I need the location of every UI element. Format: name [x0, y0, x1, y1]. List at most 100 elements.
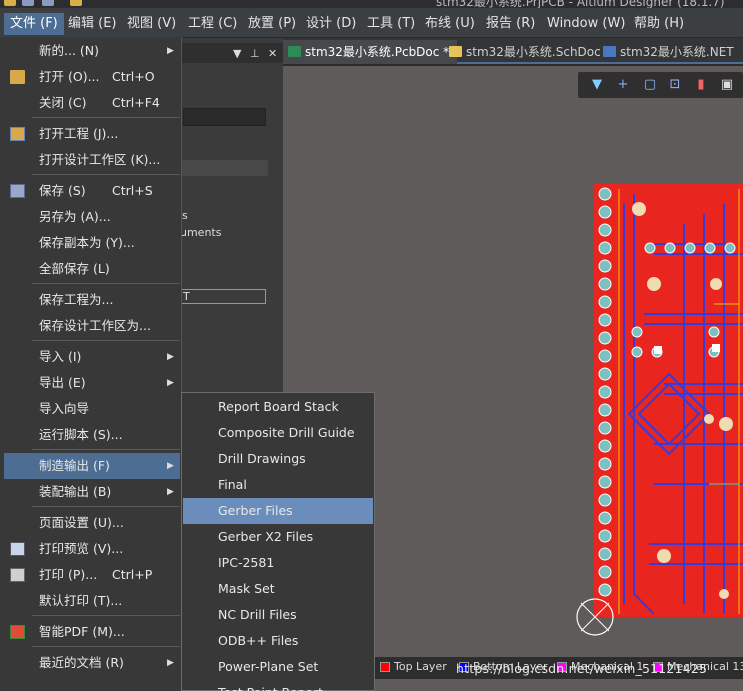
menu-file[interactable]: 文件 (F) — [4, 13, 64, 35]
menu-item-close[interactable]: 关闭 (C) Ctrl+F4 — [4, 90, 180, 116]
save-icon — [10, 184, 25, 198]
tab-pcbdoc[interactable]: stm32最小系统.PcbDoc * — [283, 40, 458, 64]
pcb-board — [594, 184, 743, 617]
menu-item-save-project-as[interactable]: 保存工程为... — [4, 287, 180, 313]
submenu-item-gerber-files[interactable]: Gerber Files — [183, 498, 373, 524]
menu-item-assembly-outputs[interactable]: 装配输出 (B) ▶ — [4, 479, 180, 505]
window-title: stm32最小系统.PrjPCB - Altium Designer (18.1… — [436, 0, 725, 8]
menu-item-print-preview[interactable]: 打印预览 (V)... — [4, 536, 180, 562]
menu-item-save-copy[interactable]: 保存副本为 (Y)... — [4, 230, 180, 256]
file-menu: 新的... (N) ▶ 打开 (O)... Ctrl+O 关闭 (C) Ctrl+F4… — [0, 37, 182, 691]
menu-separator — [32, 506, 180, 507]
menu-item-new[interactable]: 新的... (N) ▶ — [4, 38, 180, 64]
net-doc-icon — [603, 46, 616, 57]
panel-text: uments — [180, 226, 222, 239]
panel-search-box[interactable] — [183, 108, 266, 126]
close-icon[interactable]: ✕ — [268, 47, 277, 60]
submenu-item-mask-set[interactable]: Mask Set — [183, 576, 373, 602]
menu-item-open-workspace[interactable]: 打开设计工作区 (K)... — [4, 147, 180, 173]
panel-row[interactable] — [180, 160, 268, 176]
fabrication-outputs-submenu: Report Board Stack Composite Drill Guide… — [181, 392, 375, 691]
menu-edit[interactable]: 编辑 (E) — [62, 13, 123, 35]
menu-route[interactable]: 布线 (U) — [419, 13, 481, 35]
menu-item-print[interactable]: 打印 (P)... Ctrl+P — [4, 562, 180, 588]
menu-item-recent-documents[interactable]: 最近的文档 (R) ▶ — [4, 650, 180, 676]
select-rect-icon[interactable]: ▢ — [641, 76, 659, 94]
menu-window[interactable]: Window (W) — [541, 13, 631, 35]
save-quick-icon[interactable] — [22, 0, 34, 6]
print-preview-icon — [10, 542, 25, 556]
menu-item-fabrication-outputs[interactable]: 制造输出 (F) ▶ — [4, 453, 180, 479]
menu-item-save-as[interactable]: 另存为 (A)... — [4, 204, 180, 230]
smart-pdf-icon — [10, 625, 25, 639]
align-icon[interactable]: ⊡ — [666, 76, 684, 94]
document-tabs: stm32最小系统.PcbDoc * stm32最小系统.SchDoc stm3… — [283, 38, 743, 64]
menu-bar: 文件 (F) 编辑 (E) 视图 (V) 工程 (C) 放置 (P) 设计 (D… — [0, 8, 743, 38]
menu-reports[interactable]: 报告 (R) — [480, 13, 541, 35]
watermark: https://blog.csdn.net/weixin_51121425 — [456, 661, 708, 676]
menu-item-import-wizard[interactable]: 导入向导 — [4, 396, 180, 422]
submenu-item-drill-drawings[interactable]: Drill Drawings — [183, 446, 373, 472]
menu-item-run-script[interactable]: 运行脚本 (S)... — [4, 422, 180, 448]
origin-marker-icon — [576, 598, 614, 636]
swatch-icon — [380, 662, 390, 672]
menu-separator — [32, 283, 180, 284]
menu-design[interactable]: 设计 (D) — [300, 13, 362, 35]
menu-item-save-workspace-as[interactable]: 保存设计工作区为... — [4, 313, 180, 339]
panel-header: ▼ ⊥ ✕ — [180, 43, 283, 63]
layer-top[interactable]: Top Layer — [380, 660, 447, 673]
menu-item-save[interactable]: 保存 (S) Ctrl+S — [4, 178, 180, 204]
menu-place[interactable]: 放置 (P) — [242, 13, 302, 35]
menu-item-save-all[interactable]: 全部保存 (L) — [4, 256, 180, 282]
sch-doc-icon — [449, 46, 462, 57]
submenu-item-ipc-2581[interactable]: IPC-2581 — [183, 550, 373, 576]
tab-net[interactable]: stm32最小系统.NET — [598, 40, 742, 64]
menu-help[interactable]: 帮助 (H) — [628, 13, 690, 35]
submenu-item-composite-drill-guide[interactable]: Composite Drill Guide — [183, 420, 373, 446]
menu-item-smart-pdf[interactable]: 智能PDF (M)... — [4, 619, 180, 645]
menu-item-open[interactable]: 打开 (O)... Ctrl+O — [4, 64, 180, 90]
submenu-arrow-icon: ▶ — [167, 352, 174, 362]
submenu-item-gerber-x2-files[interactable]: Gerber X2 Files — [183, 524, 373, 550]
submenu-item-test-point-report[interactable]: Test Point Report — [183, 680, 373, 691]
menu-item-page-setup[interactable]: 页面设置 (U)... — [4, 510, 180, 536]
submenu-arrow-icon: ▶ — [167, 487, 174, 497]
menu-separator — [32, 340, 180, 341]
submenu-item-report-board-stack[interactable]: Report Board Stack — [183, 394, 373, 420]
menu-separator — [32, 174, 180, 175]
menu-item-default-print[interactable]: 默认打印 (T)... — [4, 588, 180, 614]
cross-icon[interactable]: + — [614, 76, 632, 94]
chart-icon[interactable]: ▮ — [692, 76, 710, 94]
folder-quick-icon[interactable] — [70, 0, 82, 6]
menu-item-import[interactable]: 导入 (I) ▶ — [4, 344, 180, 370]
submenu-item-power-plane-set[interactable]: Power-Plane Set — [183, 654, 373, 680]
open-quick-icon[interactable] — [4, 0, 16, 6]
menu-project[interactable]: 工程 (C) — [182, 13, 243, 35]
app-window: stm32最小系统.PrjPCB - Altium Designer (18.1… — [0, 0, 743, 691]
tab-schdoc[interactable]: stm32最小系统.SchDoc — [444, 40, 609, 64]
pcb-graphic — [594, 184, 743, 617]
menu-item-export[interactable]: 导出 (E) ▶ — [4, 370, 180, 396]
menu-separator — [32, 449, 180, 450]
submenu-arrow-icon: ▶ — [167, 46, 174, 56]
folder-open-icon — [10, 70, 25, 84]
title-bar: stm32最小系统.PrjPCB - Altium Designer (18.1… — [0, 0, 743, 8]
panel-text: s — [182, 209, 188, 222]
menu-tools[interactable]: 工具 (T) — [361, 13, 421, 35]
menu-separator — [32, 646, 180, 647]
chevron-down-icon[interactable]: ▼ — [233, 47, 241, 60]
pcb-doc-icon — [288, 46, 301, 57]
panel-field[interactable]: T — [180, 289, 266, 304]
save-all-quick-icon[interactable] — [42, 0, 54, 6]
submenu-item-odb-files[interactable]: ODB++ Files — [183, 628, 373, 654]
pin-icon[interactable]: ⊥ — [250, 47, 260, 60]
filter-icon[interactable]: ▼ — [588, 76, 606, 94]
submenu-arrow-icon: ▶ — [167, 658, 174, 668]
submenu-arrow-icon: ▶ — [167, 461, 174, 471]
printer-icon — [10, 568, 25, 582]
submenu-item-final[interactable]: Final — [183, 472, 373, 498]
menu-view[interactable]: 视图 (V) — [121, 13, 182, 35]
chip-icon[interactable]: ▣ — [718, 76, 736, 94]
submenu-item-nc-drill-files[interactable]: NC Drill Files — [183, 602, 373, 628]
menu-item-open-project[interactable]: 打开工程 (J)... — [4, 121, 180, 147]
